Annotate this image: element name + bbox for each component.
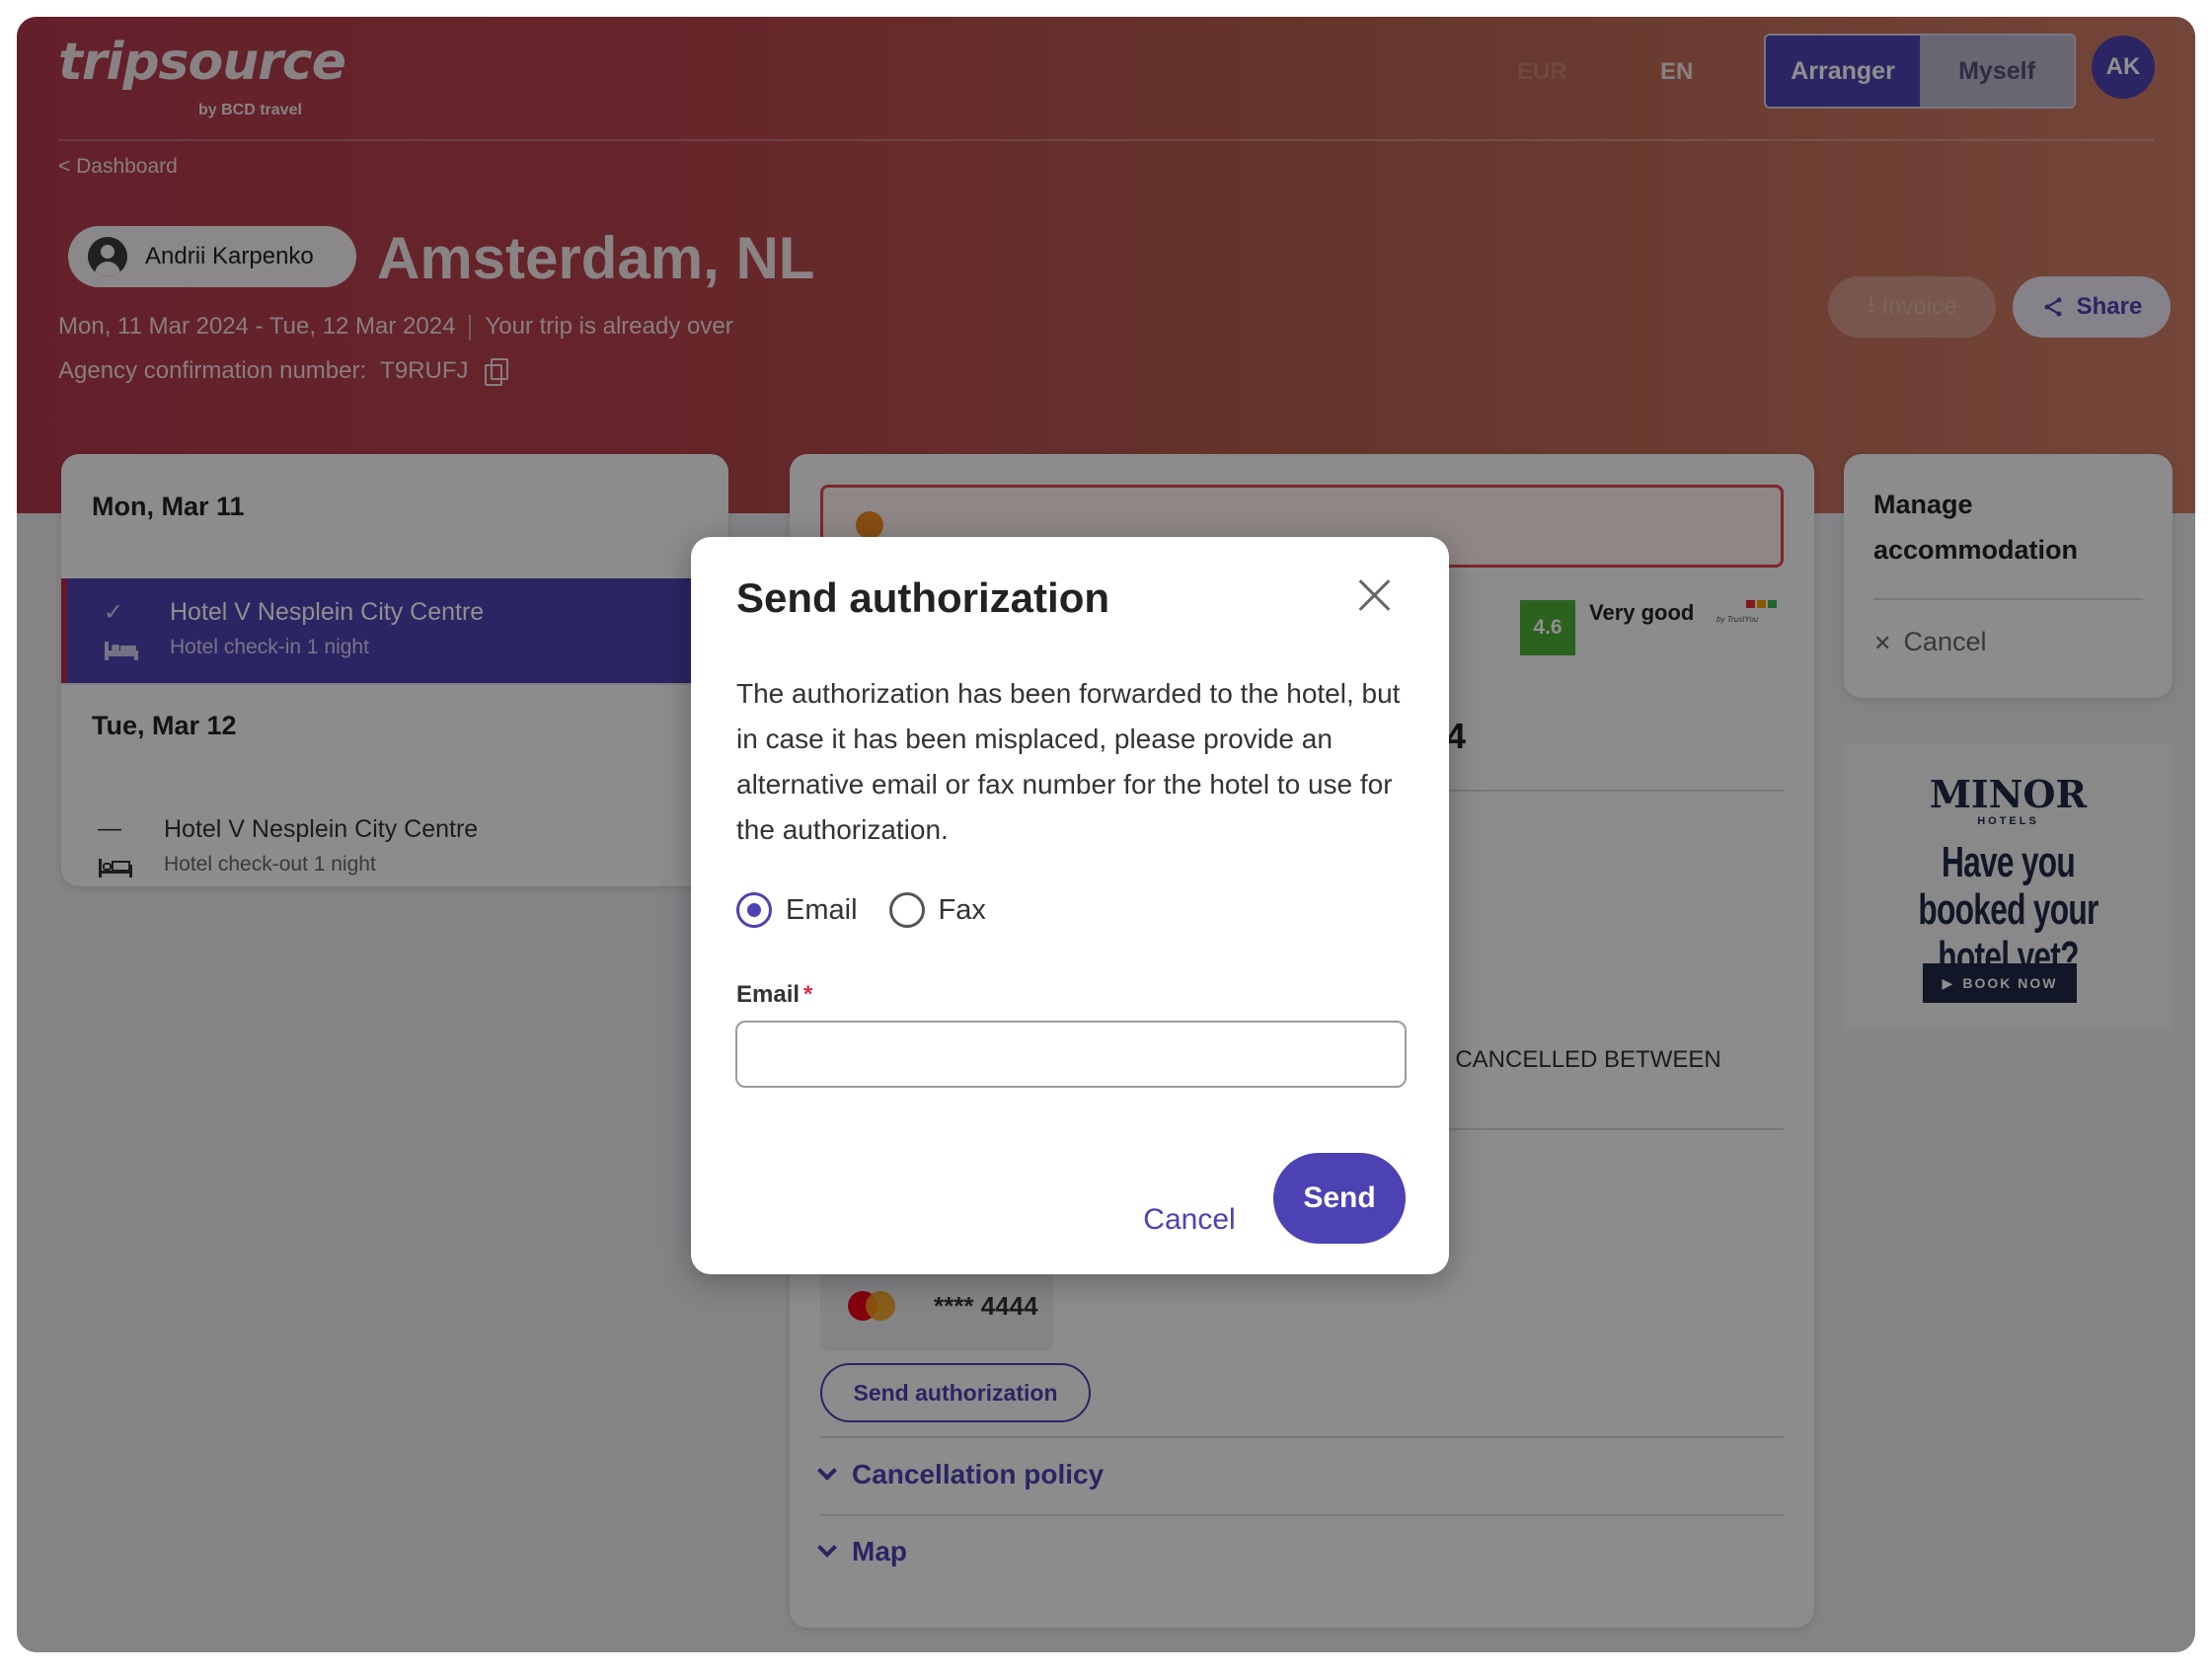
send-button[interactable]: Send — [1273, 1153, 1406, 1244]
app-window: tripsource by BCD travel EUR EN Arranger… — [17, 17, 2195, 1652]
fax-radio[interactable] — [888, 892, 925, 928]
required-marker: * — [803, 981, 813, 1008]
cancel-button[interactable]: Cancel — [1115, 1175, 1263, 1265]
email-field-label: Email * — [736, 981, 812, 1009]
close-icon[interactable] — [1354, 574, 1396, 616]
email-field[interactable] — [735, 1021, 1407, 1088]
fax-radio-label[interactable]: Fax — [939, 894, 986, 927]
dialog-title: Send authorization — [736, 574, 1109, 621]
email-radio-label[interactable]: Email — [786, 894, 858, 927]
contact-method-radio-group: Email Fax — [736, 892, 1018, 928]
email-field-label-text: Email — [736, 981, 801, 1008]
send-authorization-dialog: Send authorization The authorization has… — [691, 537, 1449, 1274]
email-radio[interactable] — [736, 892, 772, 928]
dialog-message: The authorization has been forwarded to … — [736, 678, 1401, 845]
